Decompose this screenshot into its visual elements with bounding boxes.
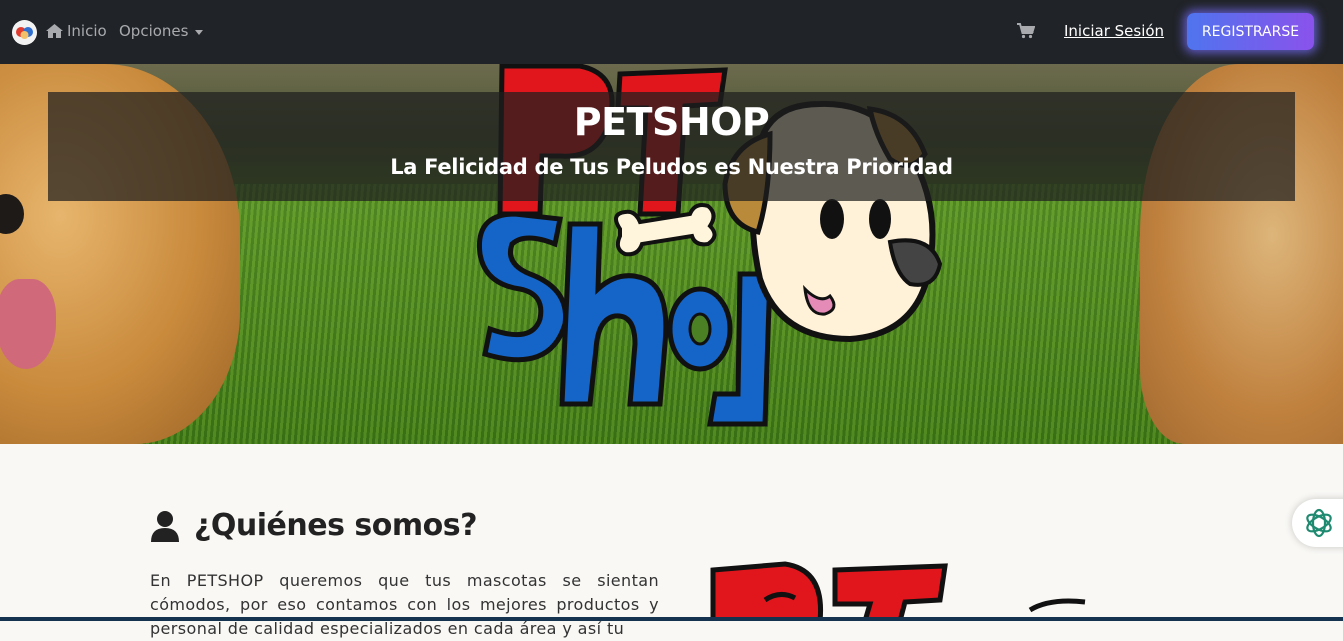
chevron-down-icon [195,29,204,35]
chat-widget-button[interactable] [1292,499,1343,547]
hero-subtitle: La Felicidad de Tus Peludos es Nuestra P… [390,155,953,179]
login-link[interactable]: Iniciar Sesión [1064,22,1164,40]
home-icon [46,24,63,38]
cart-icon [1017,23,1036,39]
nav-options-label: Opciones [119,22,189,40]
nav-options-dropdown[interactable]: Opciones [119,22,204,40]
cart-button[interactable] [1017,23,1036,43]
user-icon [151,510,179,542]
nav-home-label: Inicio [67,22,107,40]
about-petshop-logo [710,561,1086,621]
hero-banner-image: PETSHOP La Felicidad de Tus Peludos es N… [0,64,1343,444]
nav-home-link[interactable]: Inicio [45,22,107,40]
about-heading: ¿Quiénes somos? [150,508,478,543]
ai-assistant-icon [1306,508,1332,538]
register-button[interactable]: REGISTRARSE [1187,13,1314,50]
top-navbar: Inicio Opciones Iniciar Sesión REGISTRAR… [0,0,1343,64]
hero-title: PETSHOP [573,100,770,144]
about-title: ¿Quiénes somos? [194,508,478,543]
hero-text-overlay: PETSHOP La Felicidad de Tus Peludos es N… [48,92,1295,201]
brand-logo[interactable] [12,20,37,45]
bottom-bar [0,617,1343,621]
about-paragraph: En PETSHOP queremos que tus mascotas se … [150,571,659,638]
